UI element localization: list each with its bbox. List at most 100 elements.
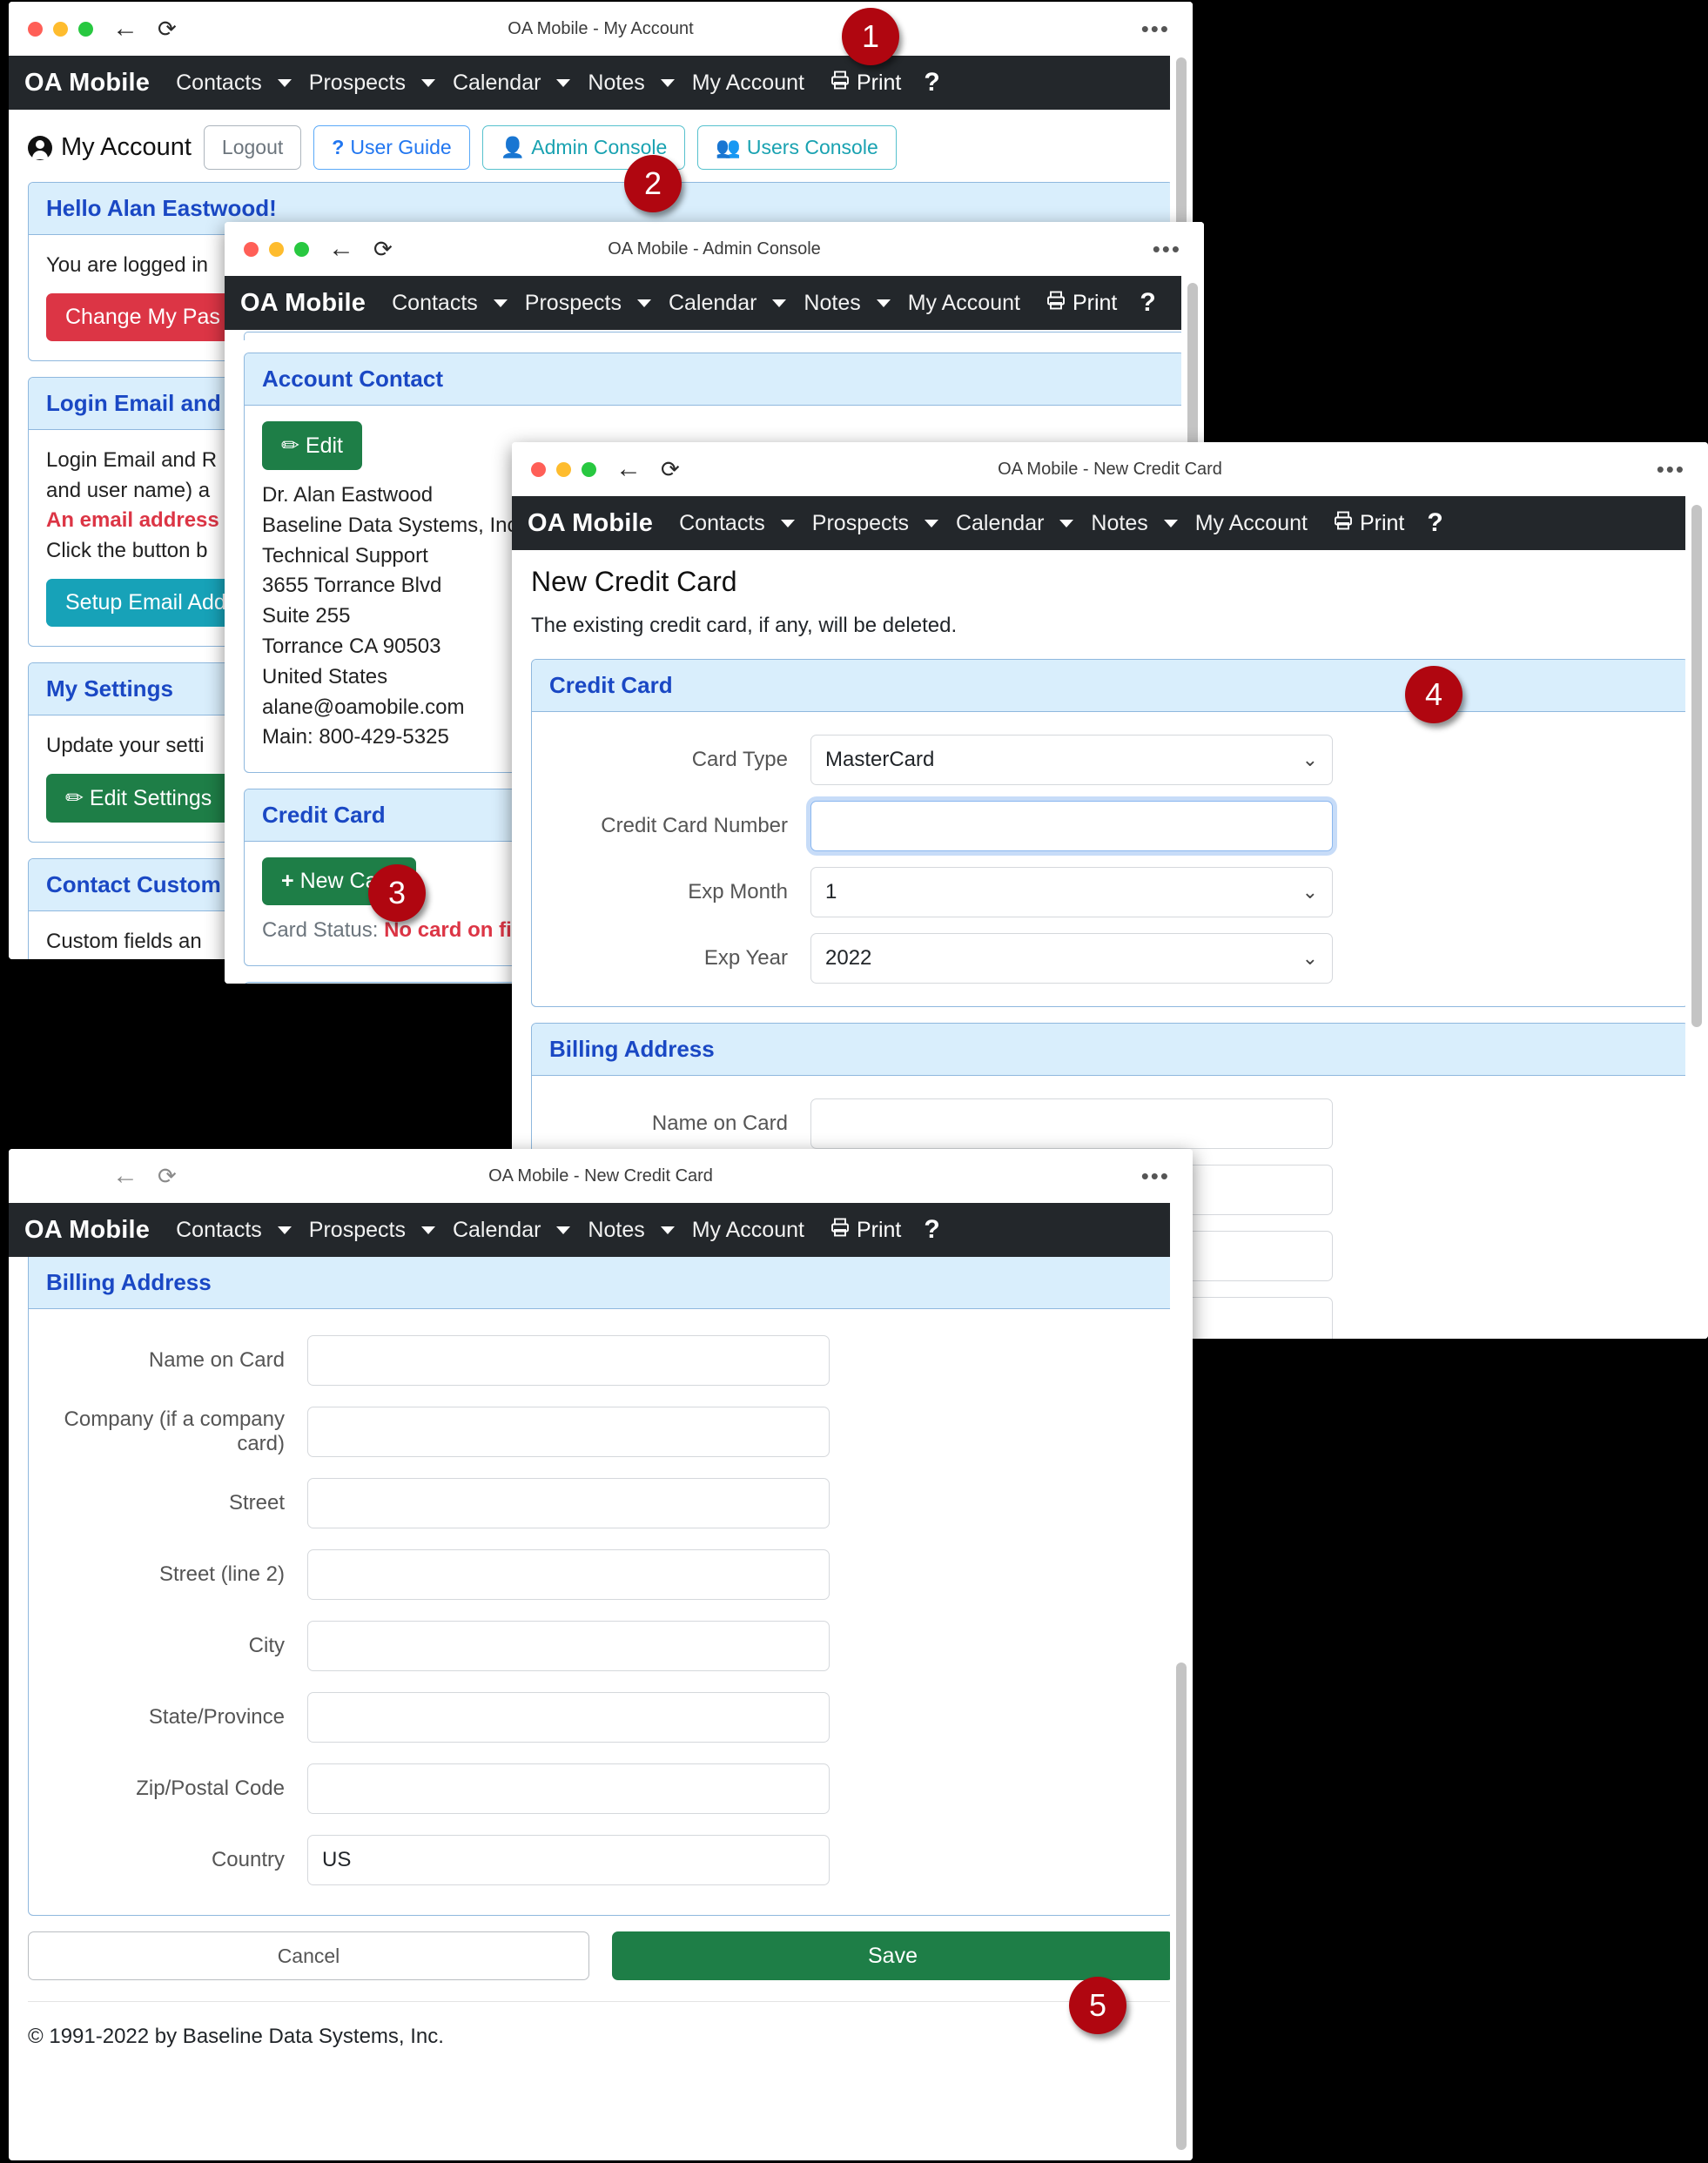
- nav-notes[interactable]: Notes: [804, 291, 860, 316]
- street-line-2-input[interactable]: [307, 1549, 830, 1600]
- chevron-down-icon[interactable]: [780, 519, 795, 527]
- nav-my-account[interactable]: My Account: [692, 1218, 804, 1243]
- back-arrow-icon[interactable]: ←: [328, 236, 354, 262]
- name-on-card-input[interactable]: [307, 1335, 830, 1386]
- chevron-down-icon[interactable]: [660, 78, 675, 87]
- window-controls[interactable]: [28, 21, 93, 37]
- nav-contacts[interactable]: Contacts: [176, 1218, 262, 1243]
- brand-logo[interactable]: OA Mobile: [528, 509, 653, 538]
- nav-prospects[interactable]: Prospects: [812, 511, 909, 536]
- nav-calendar[interactable]: Calendar: [453, 71, 541, 96]
- country-input[interactable]: US: [307, 1835, 830, 1885]
- brand-logo[interactable]: OA Mobile: [24, 69, 150, 97]
- window-controls[interactable]: [531, 461, 596, 477]
- nav-calendar[interactable]: Calendar: [669, 291, 756, 316]
- chevron-down-icon[interactable]: [772, 299, 787, 307]
- name-on-card-input[interactable]: [810, 1098, 1333, 1149]
- edit-settings-button[interactable]: ✏ Edit Settings: [46, 773, 232, 823]
- chevron-down-icon[interactable]: [420, 78, 435, 87]
- scrollbar-track[interactable]: [1685, 442, 1708, 1339]
- back-arrow-icon[interactable]: ←: [112, 1163, 138, 1189]
- chevron-down-icon[interactable]: [1163, 519, 1178, 527]
- app-navbar[interactable]: OA Mobile Contacts Prospects Calendar No…: [225, 276, 1204, 330]
- chevron-down-icon[interactable]: [277, 1226, 292, 1234]
- more-options-icon[interactable]: •••: [1141, 1164, 1170, 1187]
- nav-calendar[interactable]: Calendar: [453, 1218, 541, 1243]
- exp-year-select[interactable]: 2022 ⌄: [810, 933, 1333, 984]
- edit-contact-button[interactable]: ✏ Edit: [262, 421, 362, 470]
- chevron-down-icon[interactable]: [924, 519, 938, 527]
- users-console-button[interactable]: 👥 Users Console: [697, 125, 897, 170]
- minimize-button[interactable]: [53, 21, 68, 37]
- chevron-down-icon[interactable]: [636, 299, 651, 307]
- scrollbar-thumb[interactable]: [1691, 505, 1702, 1027]
- scrollbar-track[interactable]: [1170, 1149, 1193, 2160]
- chevron-down-icon[interactable]: [1059, 519, 1074, 527]
- window-controls[interactable]: [244, 241, 309, 257]
- more-options-icon[interactable]: •••: [1153, 237, 1181, 260]
- minimize-button[interactable]: [269, 241, 284, 257]
- nav-prospects[interactable]: Prospects: [309, 1218, 406, 1243]
- zip-postal-code-input[interactable]: [307, 1763, 830, 1814]
- nav-notes[interactable]: Notes: [588, 71, 644, 96]
- nav-contacts[interactable]: Contacts: [679, 511, 765, 536]
- reload-icon[interactable]: ⟳: [158, 1165, 177, 1187]
- cancel-button[interactable]: Cancel: [28, 1931, 589, 1980]
- app-navbar[interactable]: OA Mobile Contacts Prospects Calendar No…: [9, 1203, 1193, 1257]
- state-province-input[interactable]: [307, 1692, 830, 1743]
- help-icon[interactable]: ?: [924, 68, 939, 97]
- chevron-down-icon[interactable]: [556, 1226, 571, 1234]
- chevron-down-icon[interactable]: [277, 78, 292, 87]
- maximize-button[interactable]: [78, 21, 93, 37]
- change-password-button[interactable]: Change My Pas: [46, 292, 239, 341]
- city-input[interactable]: [307, 1621, 830, 1671]
- nav-prospects[interactable]: Prospects: [309, 71, 406, 96]
- help-icon[interactable]: ?: [1427, 508, 1442, 538]
- nav-calendar[interactable]: Calendar: [956, 511, 1044, 536]
- nav-my-account[interactable]: My Account: [908, 291, 1020, 316]
- window-new-credit-card-billing[interactable]: ← ⟳ OA Mobile - New Credit Card ••• OA M…: [9, 1149, 1193, 2160]
- nav-my-account[interactable]: My Account: [692, 71, 804, 96]
- app-navbar[interactable]: OA Mobile Contacts Prospects Calendar No…: [9, 56, 1193, 110]
- app-navbar[interactable]: OA Mobile Contacts Prospects Calendar No…: [512, 496, 1708, 550]
- company-input[interactable]: [307, 1407, 830, 1457]
- nav-print[interactable]: Print: [1045, 290, 1117, 317]
- reload-icon[interactable]: ⟳: [661, 458, 680, 480]
- close-button[interactable]: [531, 461, 546, 477]
- close-button[interactable]: [244, 241, 259, 257]
- more-options-icon[interactable]: •••: [1657, 457, 1685, 480]
- save-button[interactable]: Save: [612, 1931, 1173, 1980]
- setup-email-address-button[interactable]: Setup Email Add: [46, 578, 245, 627]
- nav-print[interactable]: Print: [829, 70, 901, 97]
- scrollbar-thumb[interactable]: [1176, 1663, 1187, 2150]
- chevron-down-icon[interactable]: [420, 1226, 435, 1234]
- chevron-down-icon[interactable]: [660, 1226, 675, 1234]
- nav-notes[interactable]: Notes: [588, 1218, 644, 1243]
- chevron-down-icon[interactable]: [493, 299, 508, 307]
- reload-icon[interactable]: ⟳: [373, 238, 393, 260]
- nav-prospects[interactable]: Prospects: [525, 291, 622, 316]
- help-icon[interactable]: ?: [1140, 288, 1155, 318]
- chevron-down-icon[interactable]: [556, 78, 571, 87]
- nav-print[interactable]: Print: [829, 1217, 901, 1244]
- nav-print[interactable]: Print: [1332, 510, 1404, 537]
- chevron-down-icon[interactable]: [876, 299, 891, 307]
- card-type-select[interactable]: MasterCard ⌄: [810, 735, 1333, 785]
- nav-notes[interactable]: Notes: [1091, 511, 1147, 536]
- logout-button[interactable]: Logout: [203, 125, 302, 170]
- reload-icon[interactable]: ⟳: [158, 17, 177, 40]
- help-icon[interactable]: ?: [924, 1215, 939, 1245]
- credit-card-number-input[interactable]: [810, 801, 1333, 851]
- close-button[interactable]: [28, 21, 43, 37]
- back-arrow-icon[interactable]: ←: [615, 456, 642, 482]
- maximize-button[interactable]: [294, 241, 309, 257]
- maximize-button[interactable]: [582, 461, 596, 477]
- nav-contacts[interactable]: Contacts: [176, 71, 262, 96]
- more-options-icon[interactable]: •••: [1141, 17, 1170, 40]
- brand-logo[interactable]: OA Mobile: [24, 1216, 150, 1245]
- street-input[interactable]: [307, 1478, 830, 1528]
- nav-my-account[interactable]: My Account: [1195, 511, 1308, 536]
- minimize-button[interactable]: [556, 461, 571, 477]
- nav-contacts[interactable]: Contacts: [392, 291, 478, 316]
- exp-month-select[interactable]: 1 ⌄: [810, 867, 1333, 917]
